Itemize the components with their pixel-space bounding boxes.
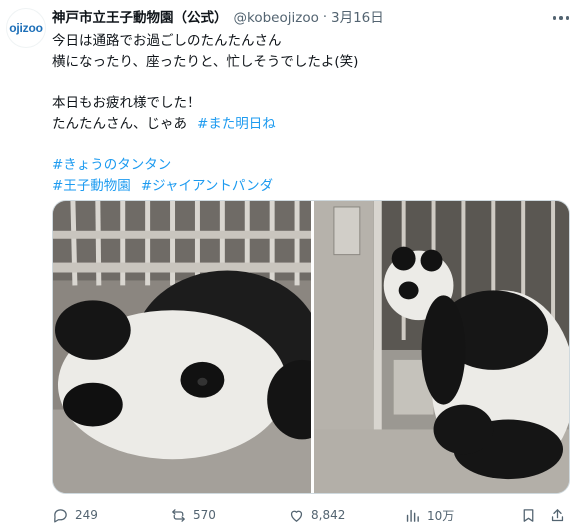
- share-icon: [551, 508, 564, 521]
- hashtag-mata-ashita[interactable]: #また明日ね: [197, 116, 276, 132]
- separator: ·: [322, 10, 327, 25]
- avatar-logo: ojizoo: [9, 21, 43, 35]
- more-options-icon[interactable]: [550, 10, 572, 26]
- tweet-text: 今日は通路でお過ごしのたんたんさん 横になったり、座ったりと、忙しそうでしたよ(…: [52, 31, 572, 196]
- tweet-line-3: 本日もお疲れ様でした！: [52, 95, 201, 111]
- repost-icon: [172, 508, 185, 522]
- tweet-date[interactable]: 3月16日: [331, 8, 384, 28]
- display-name[interactable]: 神戸市立王子動物園（公式）: [52, 8, 228, 28]
- hashtag-line-2: #王子動物園 #ジャイアントパンダ: [52, 176, 572, 197]
- panda-sitting-image: [314, 201, 569, 493]
- reply-button[interactable]: 249: [52, 507, 98, 524]
- like-button[interactable]: 8,842: [288, 507, 345, 524]
- views-bar-chart-icon: [406, 509, 419, 522]
- share-button[interactable]: [549, 507, 566, 524]
- panda-lying-image: [53, 201, 311, 493]
- bookmark-button[interactable]: [520, 507, 537, 524]
- reply-icon: [54, 508, 67, 523]
- heart-icon: [290, 510, 303, 522]
- hashtag-oji-zoo[interactable]: #王子動物園: [52, 178, 131, 194]
- tweet-line-2: 横になったり、座ったりと、忙しそうでしたよ(笑): [52, 53, 359, 70]
- user-handle[interactable]: @kobeojizoo: [234, 8, 319, 28]
- tweet-line-4: たんたんさん、じゃあ #また明日ね: [52, 114, 572, 135]
- bookmark-icon: [523, 508, 534, 522]
- avatar[interactable]: ojizoo: [6, 8, 46, 48]
- like-count: 8,842: [311, 508, 346, 522]
- repost-button[interactable]: 570: [170, 507, 216, 524]
- media-grid: [52, 200, 570, 494]
- panda-sitting-photo[interactable]: [314, 201, 569, 493]
- tweet-line-1: 今日は通路でお過ごしのたんたんさん: [52, 33, 282, 49]
- action-bar: 249 570 8,842 10万: [52, 504, 572, 526]
- reply-count: 249: [75, 508, 98, 522]
- hashtag-line-1: #きょうのタンタン: [52, 155, 572, 176]
- repost-count: 570: [193, 508, 216, 522]
- hashtag-giant-panda[interactable]: #ジャイアントパンダ: [141, 178, 273, 194]
- tweet-header: 神戸市立王子動物園（公式） @kobeojizoo · 3月16日: [52, 8, 572, 28]
- views-count: 10万: [427, 508, 455, 523]
- hashtag-kyou-no-tantan[interactable]: #きょうのタンタン: [52, 157, 171, 173]
- tweet-line-4-text: たんたんさん、じゃあ: [52, 115, 187, 132]
- panda-lying-photo[interactable]: [53, 201, 311, 493]
- views-button[interactable]: 10万: [404, 507, 454, 524]
